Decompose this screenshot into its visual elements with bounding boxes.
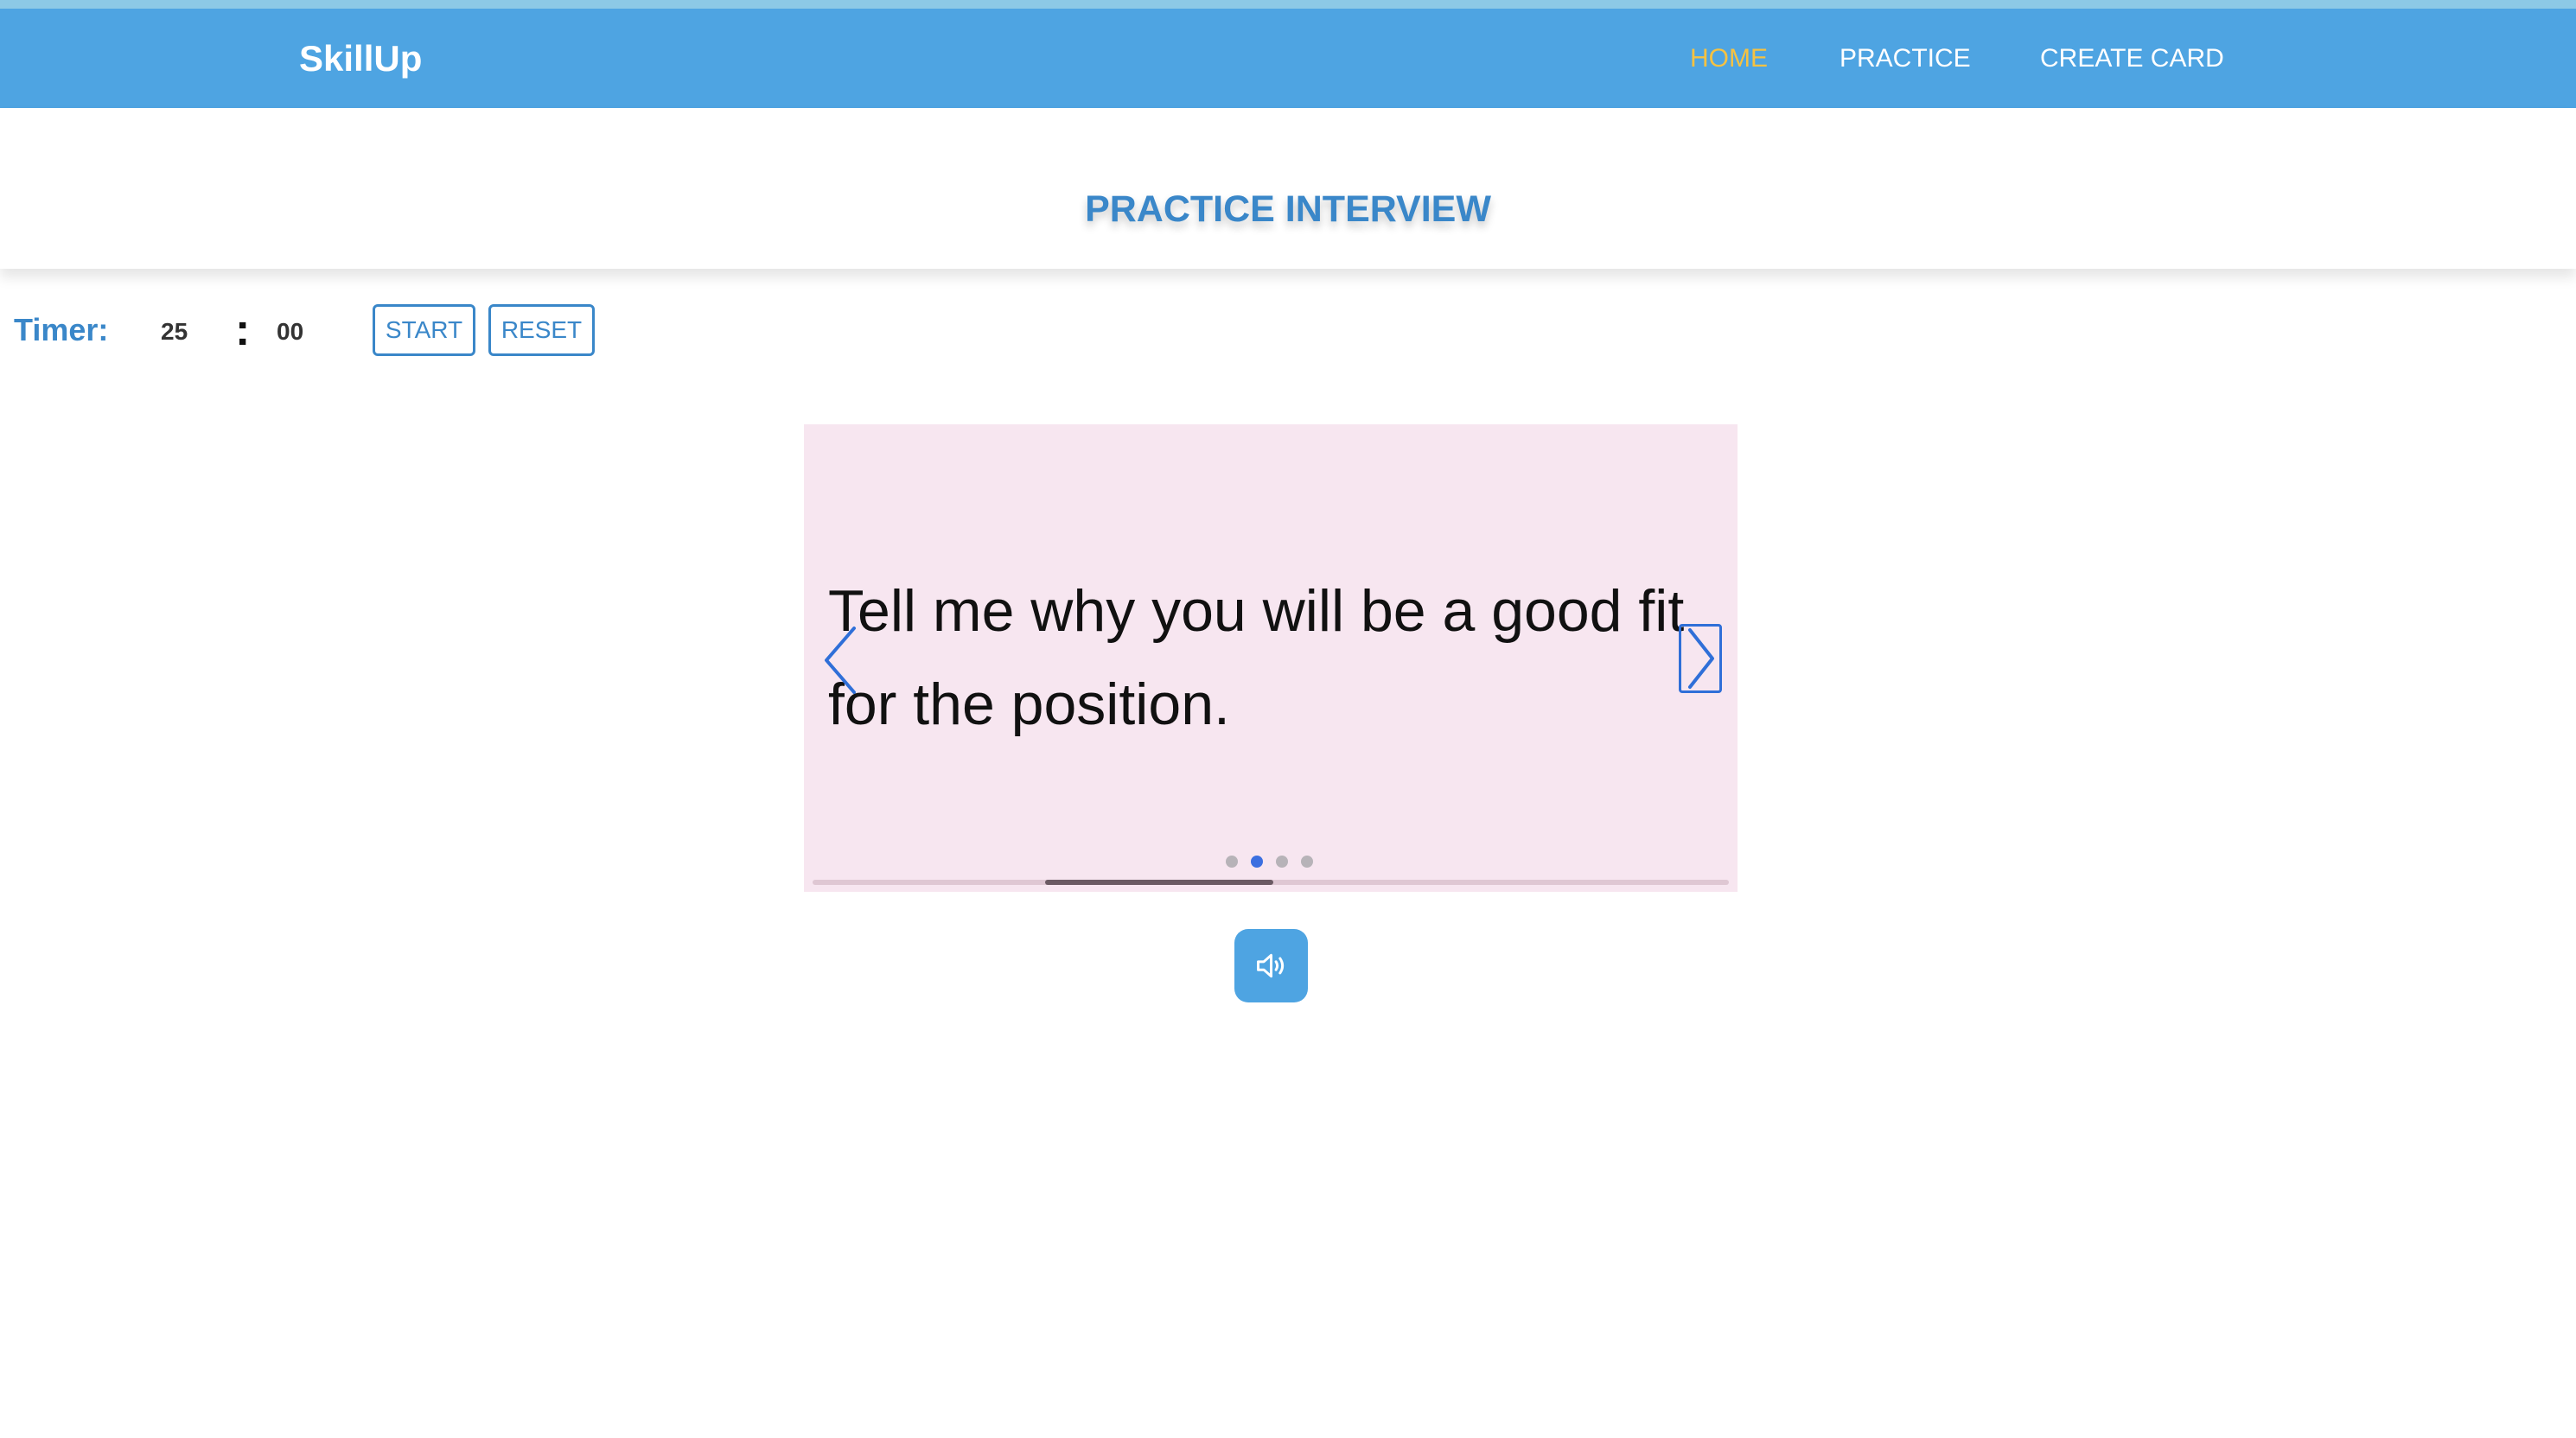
carousel-scrollbar[interactable] [813,880,1729,885]
nav-link-home[interactable]: HOME [1690,9,1768,108]
brand-logo[interactable]: SkillUp [299,9,422,108]
nav-link-create-card[interactable]: CREATE CARD [2040,9,2224,108]
question-text: Tell me why you will be a good fit for t… [828,578,1685,737]
timer-seconds: 00 [277,318,304,345]
speaker-icon [1257,953,1285,978]
pagination-dot[interactable] [1226,856,1238,868]
timer-separator: : [235,305,251,355]
timer-label: Timer: [14,312,109,347]
speaker-button[interactable] [1234,929,1308,1002]
timer-minutes: 25 [161,318,188,345]
page-header: PRACTICE INTERVIEW [0,108,2576,269]
page-title: PRACTICE INTERVIEW [1085,188,1491,230]
nav-link-practice[interactable]: PRACTICE [1840,9,1971,108]
pagination-dot[interactable] [1301,856,1313,868]
chevron-right-icon[interactable] [1679,624,1722,693]
chevron-left-icon[interactable] [819,625,859,696]
scrollbar-thumb[interactable] [1045,880,1273,885]
carousel-pagination [1226,856,1316,869]
start-button[interactable]: START [373,304,475,356]
pagination-dot-active[interactable] [1251,856,1263,868]
navbar: SkillUp HOME PRACTICE CREATE CARD [0,9,2576,108]
pagination-dot[interactable] [1276,856,1288,868]
top-accent-strip [0,0,2576,9]
question-card: Tell me why you will be a good fit for t… [804,424,1738,892]
reset-button[interactable]: RESET [488,304,595,356]
